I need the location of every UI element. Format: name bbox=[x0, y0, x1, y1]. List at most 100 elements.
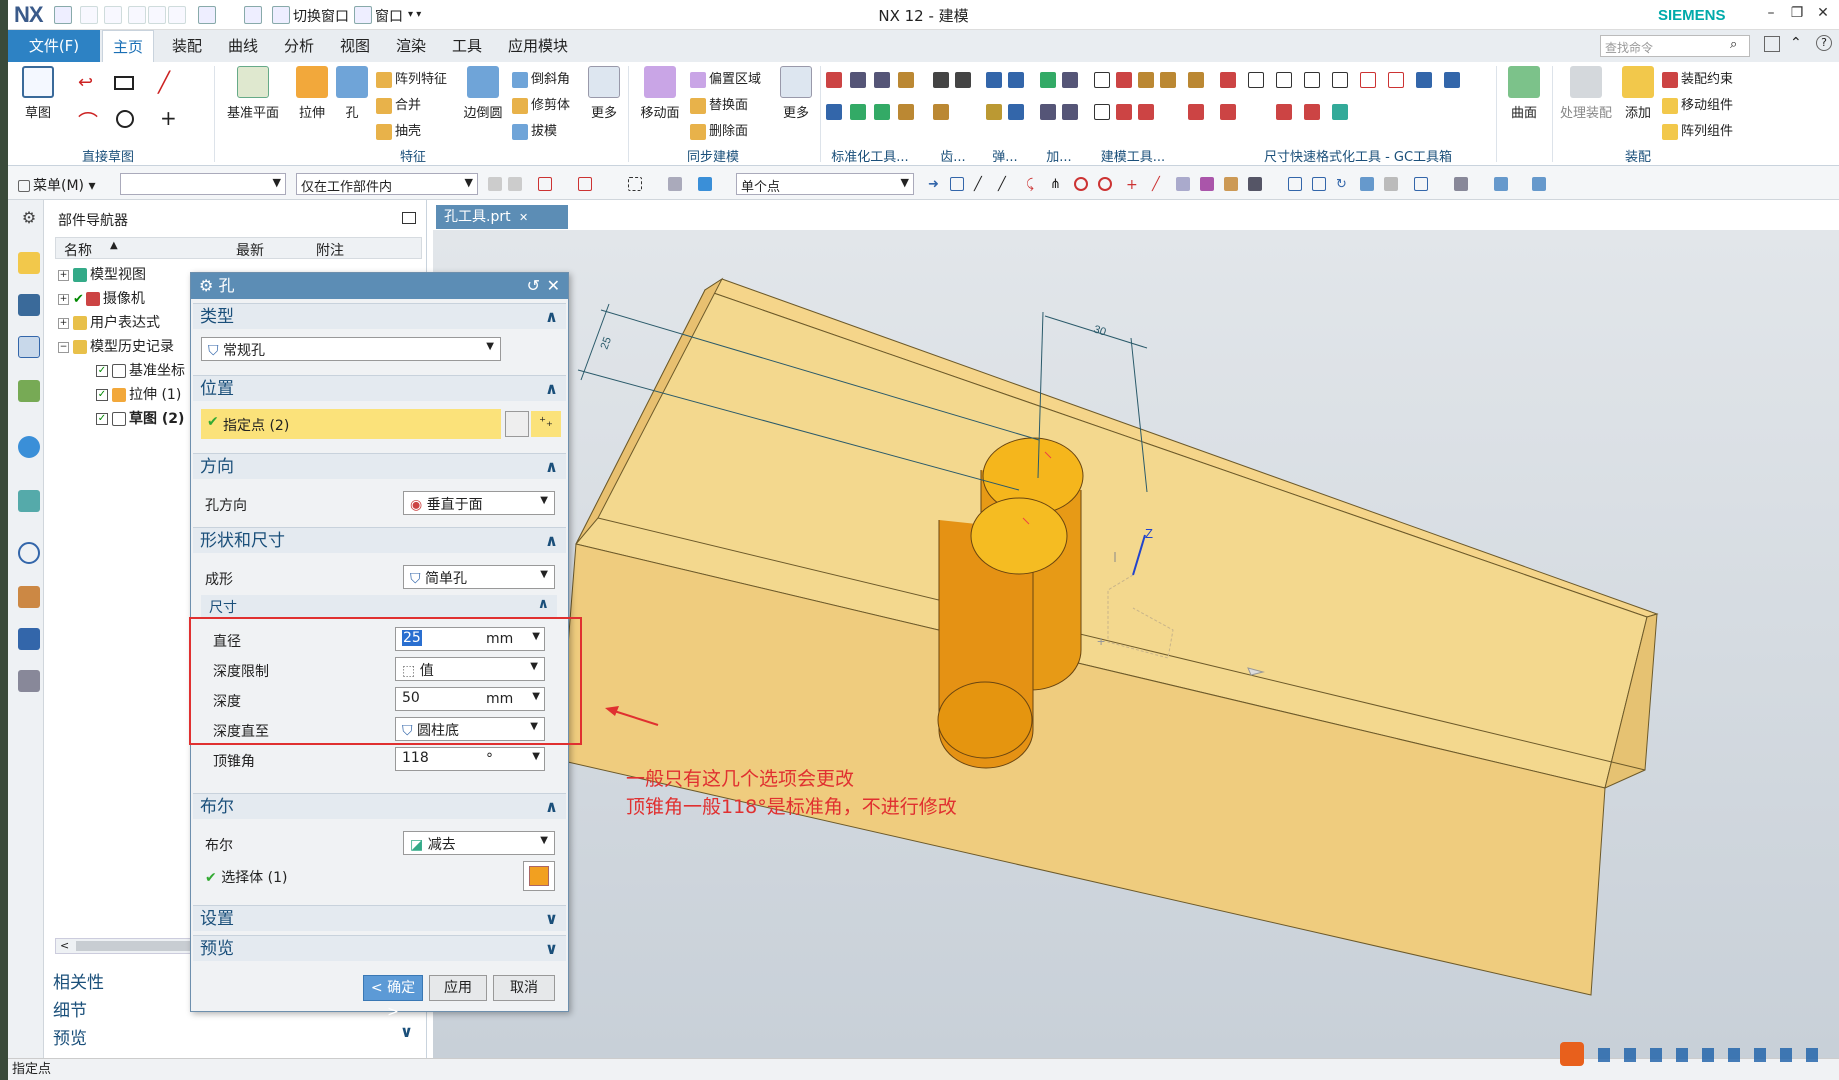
checkbox-icon[interactable]: ✓ bbox=[96, 413, 108, 425]
ok-button[interactable]: < 确定 > bbox=[363, 975, 423, 1020]
tip-angle-input[interactable]: 118 ° ▼ bbox=[395, 747, 545, 771]
machining-icon[interactable] bbox=[1040, 72, 1056, 88]
constraint-navigator-icon[interactable] bbox=[18, 294, 40, 316]
tool-icon[interactable] bbox=[850, 72, 866, 88]
machining-icon[interactable] bbox=[1040, 104, 1056, 120]
section-direction[interactable]: 方向 ∧ bbox=[193, 453, 566, 479]
view-orientation-icon[interactable] bbox=[1494, 177, 1508, 191]
chevron-down-icon[interactable]: ▼ bbox=[532, 751, 540, 762]
expand-icon[interactable]: + bbox=[58, 293, 69, 305]
select-body-row[interactable]: ✔ 选择体 (1) bbox=[205, 867, 287, 887]
view-icon[interactable] bbox=[1312, 177, 1326, 191]
section-settings[interactable]: 设置 ∨ bbox=[193, 905, 566, 931]
graphics-viewport[interactable]: 30 25 Z + bbox=[433, 230, 1839, 1058]
expand-icon[interactable]: + bbox=[58, 269, 69, 281]
chamfer-button[interactable]: 倒斜角 bbox=[512, 68, 570, 88]
snap-icon[interactable]: ➜ bbox=[928, 177, 942, 192]
tool-icon[interactable] bbox=[1116, 104, 1132, 120]
tool-icon[interactable] bbox=[1188, 72, 1204, 88]
reuse-library-icon[interactable] bbox=[18, 380, 40, 402]
view-icon[interactable] bbox=[1288, 177, 1302, 191]
role-icon[interactable] bbox=[18, 628, 40, 650]
move-face-button[interactable]: 移动面 bbox=[634, 66, 686, 121]
pattern-feature-button[interactable]: 阵列特征 bbox=[376, 68, 447, 88]
selection-scope-select[interactable]: 仅在工作部件内 ▼ bbox=[296, 173, 478, 195]
hole-direction-select[interactable]: ◉ 垂直于面 ▼ bbox=[403, 491, 555, 515]
more-sync-button[interactable]: 更多 bbox=[778, 66, 814, 121]
tab-part-file[interactable]: 孔工具.prt ✕ bbox=[436, 205, 568, 229]
tree-item-model-views[interactable]: + 模型视图 bbox=[58, 264, 146, 284]
view-icon[interactable] bbox=[1384, 177, 1398, 191]
tree-item-model-history[interactable]: − 模型历史记录 bbox=[58, 336, 174, 356]
scroll-left-icon[interactable]: < bbox=[60, 939, 69, 952]
section-preview[interactable]: 预览 bbox=[53, 1024, 87, 1049]
checkbox-icon[interactable]: ✓ bbox=[96, 365, 108, 377]
tree-item-datum-csys[interactable]: ✓ 基准坐标 bbox=[96, 360, 185, 380]
tool-icon[interactable] bbox=[1248, 72, 1264, 88]
tool-icon[interactable] bbox=[826, 72, 842, 88]
box-select-icon[interactable] bbox=[628, 177, 642, 191]
column-notes[interactable]: 附注 bbox=[316, 240, 344, 260]
tool-icon[interactable] bbox=[874, 72, 890, 88]
tool-icon[interactable] bbox=[874, 104, 890, 120]
close-icon[interactable]: ✕ bbox=[547, 273, 560, 299]
tab-view[interactable]: 视图 bbox=[330, 30, 380, 62]
gear-icon[interactable]: ⚙ bbox=[18, 208, 40, 230]
machining-icon[interactable] bbox=[1062, 104, 1078, 120]
section-details[interactable]: 细节 bbox=[53, 996, 87, 1021]
snap-center-icon[interactable] bbox=[1074, 177, 1088, 191]
tool-icon[interactable] bbox=[898, 72, 914, 88]
add-component-button[interactable]: 添加 bbox=[1620, 66, 1656, 121]
profile-icon[interactable]: ↩ bbox=[78, 72, 93, 93]
tab-assembly[interactable]: 装配 bbox=[162, 30, 212, 62]
edge-blend-button[interactable]: 边倒圆 bbox=[458, 66, 508, 121]
rotate-icon[interactable]: ↻ bbox=[1336, 177, 1350, 192]
rectangle-icon[interactable] bbox=[114, 76, 134, 90]
collapse-ribbon-icon[interactable]: ⌃ bbox=[1790, 35, 1802, 51]
hole-button[interactable]: 孔 bbox=[334, 66, 370, 121]
tree-item-sketch[interactable]: ✓ 草图 (2) bbox=[96, 408, 184, 428]
close-icon[interactable]: ✕ bbox=[1810, 5, 1836, 21]
tool-icon[interactable] bbox=[1276, 72, 1292, 88]
arc-icon[interactable]: ⌒ bbox=[78, 106, 98, 135]
scrollbar-thumb[interactable] bbox=[76, 941, 206, 951]
snap-icon[interactable] bbox=[1224, 177, 1238, 191]
type-filter-select[interactable]: ▼ bbox=[120, 173, 286, 195]
part-navigator-icon[interactable] bbox=[18, 336, 40, 358]
assembly-navigator-icon[interactable] bbox=[18, 252, 40, 274]
snap-icon[interactable]: ╱ bbox=[974, 177, 988, 192]
select-body-button[interactable] bbox=[523, 861, 555, 891]
snap-icon[interactable] bbox=[1200, 177, 1214, 191]
assembly-constraint-button[interactable]: 装配约束 bbox=[1662, 68, 1733, 88]
more-features-button[interactable]: 更多 bbox=[586, 66, 622, 121]
tab-tools[interactable]: 工具 bbox=[442, 30, 492, 62]
snap-point-select[interactable]: 单个点 ▼ bbox=[736, 173, 914, 195]
search-icon[interactable]: ⌕ bbox=[1730, 37, 1737, 52]
offset-region-button[interactable]: 偏置区域 bbox=[690, 68, 761, 88]
column-name[interactable]: 名称 bbox=[64, 240, 92, 260]
tab-file[interactable]: 文件(F) bbox=[8, 30, 100, 62]
tool-icon[interactable] bbox=[1388, 72, 1404, 88]
view-icon[interactable] bbox=[1360, 177, 1374, 191]
tool-icon[interactable] bbox=[1220, 72, 1236, 88]
spring-icon[interactable] bbox=[986, 72, 1002, 88]
select-icon[interactable] bbox=[698, 177, 712, 191]
tool-icon[interactable] bbox=[1304, 104, 1320, 120]
process-assembly-button[interactable]: 处理装配 bbox=[1556, 66, 1616, 121]
collapse-icon[interactable]: − bbox=[58, 341, 69, 353]
gear-icon[interactable] bbox=[933, 104, 949, 120]
draft-button[interactable]: 拔模 bbox=[512, 120, 557, 140]
select-icon[interactable] bbox=[668, 177, 682, 191]
tab-home[interactable]: 主页 bbox=[102, 30, 155, 62]
tab-analysis[interactable]: 分析 bbox=[274, 30, 324, 62]
minimize-icon[interactable]: – bbox=[1758, 5, 1784, 21]
section-dependencies[interactable]: 相关性 bbox=[53, 968, 104, 993]
menu-button[interactable]: 菜单(M) ▾ bbox=[18, 175, 96, 195]
spring-icon[interactable] bbox=[986, 104, 1002, 120]
surface-button[interactable]: 曲面 bbox=[1502, 66, 1546, 121]
move-component-button[interactable]: 移动组件 bbox=[1662, 94, 1733, 114]
boolean-select[interactable]: ◪ 减去 ▼ bbox=[403, 831, 555, 855]
specify-point-row[interactable]: ✔ 指定点 (2) bbox=[201, 409, 501, 439]
filter-icon[interactable] bbox=[508, 177, 522, 191]
ribbon-options-icon[interactable] bbox=[1764, 36, 1780, 52]
